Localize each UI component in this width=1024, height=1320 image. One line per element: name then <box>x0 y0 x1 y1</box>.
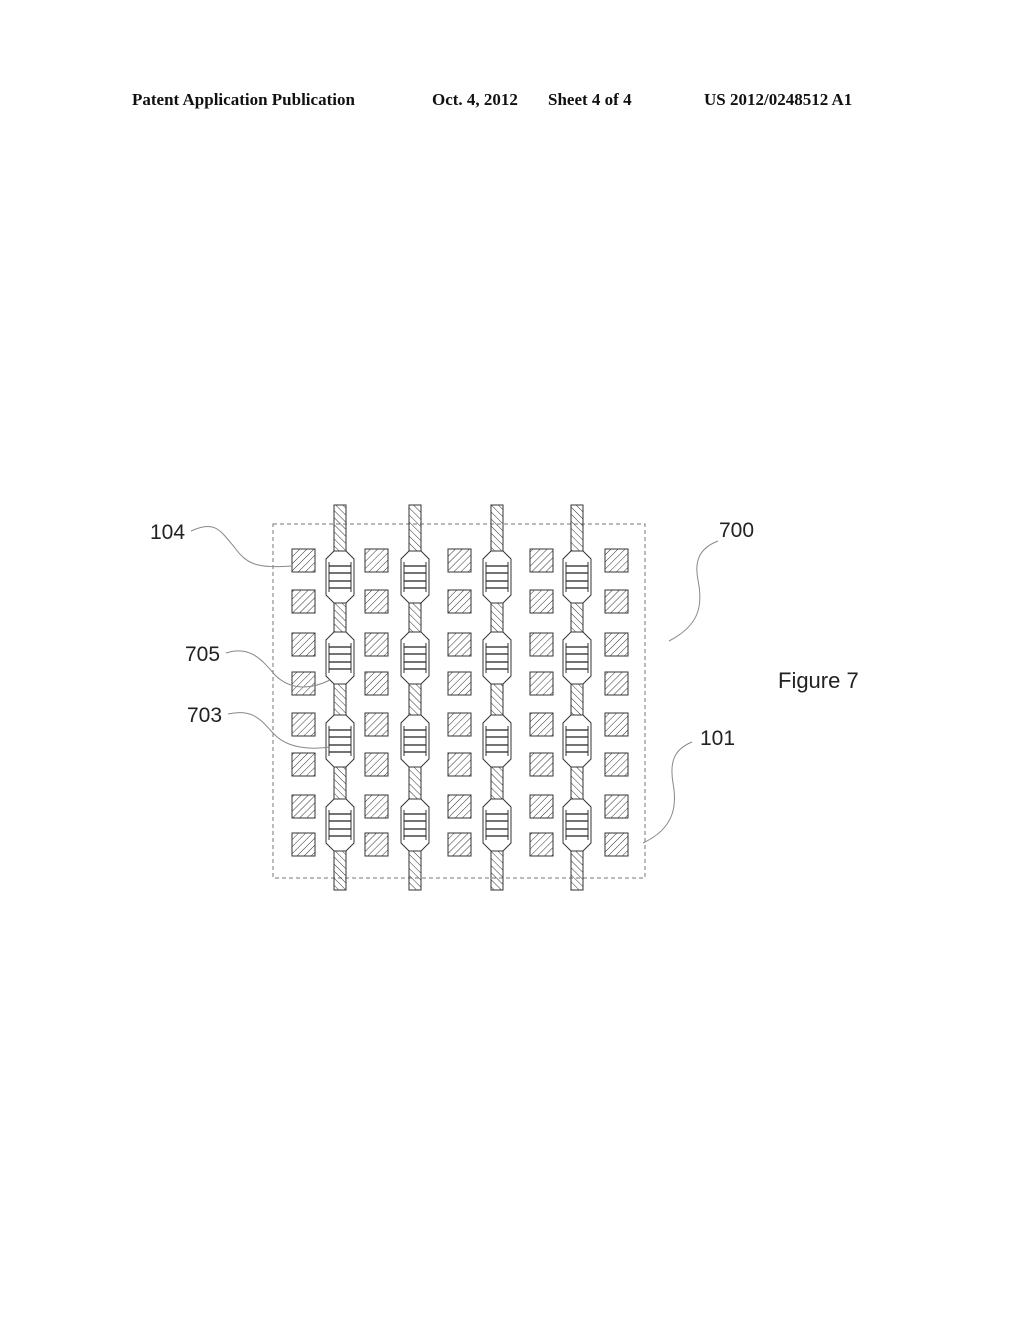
contact-pad <box>529 632 554 657</box>
contact-pad <box>604 548 629 573</box>
contact-pad <box>529 832 554 857</box>
contact-pad <box>447 752 472 777</box>
contact-pad <box>364 548 389 573</box>
ref-label-101: 101 <box>700 727 735 750</box>
contact-pad <box>364 589 389 614</box>
contact-pad <box>291 632 316 657</box>
contact-pad <box>364 632 389 657</box>
contact-pad <box>529 671 554 696</box>
connector <box>482 714 512 768</box>
leader-line-700 <box>668 540 719 642</box>
ref-label-705: 705 <box>185 643 220 666</box>
contact-pad <box>291 832 316 857</box>
contact-pad <box>447 794 472 819</box>
figure-7-drawing: 104 705 703 700 101 Figure 7 <box>150 504 859 891</box>
contact-pad <box>447 632 472 657</box>
connector <box>482 550 512 604</box>
contact-pad <box>447 712 472 737</box>
connector <box>400 550 430 604</box>
leader-line-104 <box>190 525 293 568</box>
leader-line-101 <box>642 741 693 844</box>
contact-pad <box>364 794 389 819</box>
ref-label-104: 104 <box>150 521 185 544</box>
contact-pad <box>291 671 316 696</box>
connector <box>325 798 355 852</box>
contact-pad <box>447 671 472 696</box>
figure-title: Figure 7 <box>778 668 859 693</box>
connector <box>400 631 430 685</box>
contact-pad <box>529 589 554 614</box>
contact-pad <box>604 589 629 614</box>
connector <box>482 798 512 852</box>
contact-pad <box>291 794 316 819</box>
connector <box>562 550 592 604</box>
contact-pad <box>291 752 316 777</box>
contact-pad <box>364 712 389 737</box>
contact-pad <box>604 671 629 696</box>
contact-pad <box>529 794 554 819</box>
connector <box>562 714 592 768</box>
contact-pad <box>604 794 629 819</box>
contact-pad <box>604 752 629 777</box>
contact-pad <box>364 671 389 696</box>
connector <box>400 798 430 852</box>
contact-pad <box>291 712 316 737</box>
connector <box>400 714 430 768</box>
contact-pad <box>529 752 554 777</box>
connector <box>562 631 592 685</box>
connector <box>482 631 512 685</box>
connector <box>562 798 592 852</box>
contact-pad <box>604 832 629 857</box>
connector <box>325 631 355 685</box>
contact-pad <box>364 752 389 777</box>
contact-pad <box>364 832 389 857</box>
contact-pad <box>447 832 472 857</box>
contact-pad <box>447 589 472 614</box>
contact-pad <box>529 712 554 737</box>
contact-pad <box>529 548 554 573</box>
contact-pad <box>291 589 316 614</box>
contact-pad <box>447 548 472 573</box>
connector <box>325 550 355 604</box>
connector <box>325 714 355 768</box>
ref-label-700: 700 <box>719 519 754 542</box>
ref-label-703: 703 <box>187 704 222 727</box>
contact-pad <box>291 548 316 573</box>
contact-pad <box>604 712 629 737</box>
contact-pad <box>604 632 629 657</box>
